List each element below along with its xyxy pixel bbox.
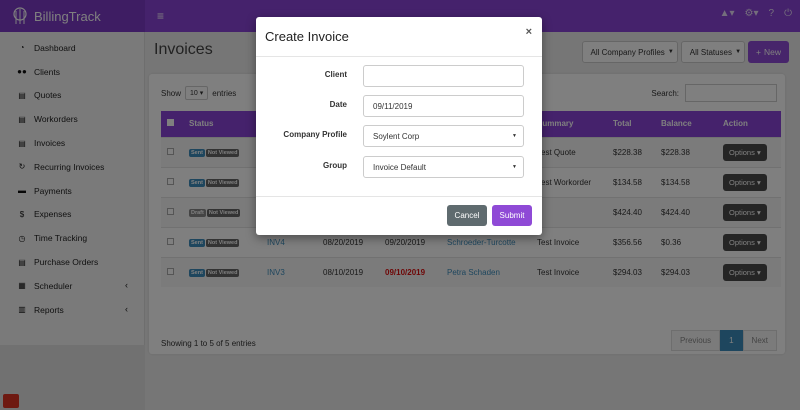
date-label: Date bbox=[329, 100, 347, 109]
date-input[interactable]: 09/11/2019 bbox=[363, 95, 524, 117]
group-row: Group Invoice Default ▼ bbox=[256, 156, 542, 178]
modal-divider bbox=[256, 196, 542, 197]
group-select[interactable]: Invoice Default ▼ bbox=[363, 156, 524, 178]
cancel-button[interactable]: Cancel bbox=[447, 205, 487, 226]
client-input[interactable] bbox=[363, 65, 524, 87]
caret-down-icon: ▼ bbox=[512, 164, 517, 170]
company-profile-label: Company Profile bbox=[283, 130, 347, 139]
submit-button[interactable]: Submit bbox=[492, 205, 532, 226]
close-icon[interactable]: × bbox=[526, 26, 532, 38]
client-label: Client bbox=[324, 70, 347, 79]
company-profile-select[interactable]: Soylent Corp ▼ bbox=[363, 125, 524, 147]
date-row: Date 09/11/2019 bbox=[256, 95, 542, 117]
modal-divider bbox=[256, 56, 542, 57]
company-profile-row: Company Profile Soylent Corp ▼ bbox=[256, 125, 542, 147]
company-profile-value: Soylent Corp bbox=[373, 131, 420, 141]
group-label: Group bbox=[323, 161, 347, 170]
group-value: Invoice Default bbox=[373, 162, 426, 172]
modal-title: Create Invoice bbox=[265, 29, 349, 44]
caret-down-icon: ▼ bbox=[512, 133, 517, 139]
create-invoice-modal: Create Invoice × Client Date 09/11/2019 … bbox=[256, 17, 542, 235]
client-row: Client bbox=[256, 65, 542, 87]
